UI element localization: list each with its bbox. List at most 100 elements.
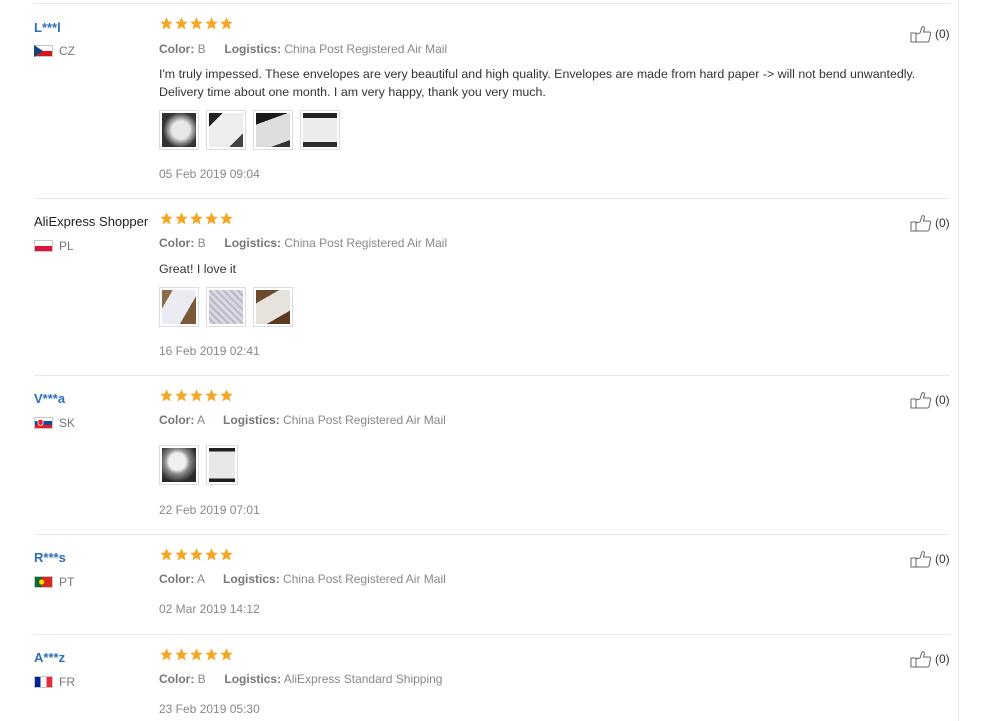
helpful-button[interactable]: (0) [910, 391, 950, 409]
review-text: I'm truly impessed. These envelopes are … [159, 67, 916, 99]
review-photo-thumbnail[interactable] [300, 110, 340, 150]
thumbs-up-icon [910, 551, 932, 568]
country-code: PT [59, 575, 75, 589]
star-icon [205, 389, 218, 402]
rating-stars [159, 388, 234, 406]
review-photo-thumbnail[interactable] [253, 287, 293, 327]
flag-cz-icon [34, 45, 53, 57]
star-icon [160, 648, 173, 661]
rating-stars [159, 211, 234, 229]
reviewer-name[interactable]: R***s [34, 550, 66, 566]
logistics-value: China Post Registered Air Mail [284, 42, 448, 56]
review-item: A***z FR Color: B Logistics: AliExpress … [34, 635, 950, 721]
logistics-label: Logistics: [224, 672, 282, 686]
review-photo-thumbnail[interactable] [206, 445, 238, 485]
color-value: A [197, 413, 205, 427]
color-label: Color: [159, 672, 195, 686]
logistics-label: Logistics: [223, 413, 280, 427]
order-info: Color: A Logistics: China Post Registere… [159, 572, 446, 586]
flag-pl-icon [34, 240, 53, 252]
color-label: Color: [159, 236, 195, 250]
review-list: L***l CZ Color: B Logistics: China Post … [0, 0, 989, 721]
logistics-label: Logistics: [224, 42, 282, 56]
review-item: AliExpress Shopper PL Color: B Logistics… [34, 199, 950, 376]
helpful-count: (0) [935, 552, 950, 566]
reviewer-country: PL [34, 239, 74, 253]
reviewer-name[interactable]: A***z [34, 650, 65, 666]
star-icon [175, 389, 188, 402]
star-icon [175, 212, 188, 225]
star-icon [160, 389, 173, 402]
order-info: Color: B Logistics: China Post Registere… [159, 42, 447, 56]
country-code: CZ [59, 44, 75, 58]
star-icon [175, 548, 188, 561]
review-text: Great! I love it [159, 262, 237, 276]
review-photo-thumbnail[interactable] [206, 287, 246, 327]
rating-stars [159, 16, 234, 34]
color-value: B [197, 672, 206, 686]
review-photo-thumbnail[interactable] [253, 110, 293, 150]
star-icon [175, 17, 188, 30]
review-date: 16 Feb 2019 02:41 [159, 344, 260, 358]
review-photos [159, 287, 300, 327]
flag-fr-icon [34, 676, 53, 688]
helpful-count: (0) [935, 393, 950, 407]
color-label: Color: [159, 413, 195, 427]
star-icon [160, 548, 173, 561]
country-code: SK [59, 416, 76, 430]
helpful-button[interactable]: (0) [910, 214, 950, 232]
reviewer-country: PT [34, 575, 74, 589]
reviewer-name[interactable]: L***l [34, 20, 61, 36]
star-icon [220, 648, 233, 661]
star-icon [220, 548, 233, 561]
logistics-value: China Post Registered Air Mail [283, 572, 446, 586]
rating-stars [159, 647, 234, 665]
review-photo-thumbnail[interactable] [159, 287, 199, 327]
country-code: PL [59, 239, 74, 253]
star-icon [205, 17, 218, 30]
reviewer-name: AliExpress Shopper [34, 214, 149, 229]
reviewer-name[interactable]: V***a [34, 391, 65, 407]
review-photo-thumbnail[interactable] [159, 110, 199, 150]
reviewer-country: SK [34, 416, 75, 430]
review-photos [159, 110, 347, 150]
color-value: B [197, 42, 206, 56]
order-info: Color: B Logistics: AliExpress Standard … [159, 672, 442, 686]
color-value: B [197, 236, 206, 250]
review-photo-thumbnail[interactable] [206, 110, 246, 150]
helpful-count: (0) [935, 652, 950, 666]
star-icon [190, 548, 203, 561]
thumbs-up-icon [910, 651, 932, 668]
review-date: 23 Feb 2019 05:30 [159, 702, 260, 716]
thumbs-up-icon [910, 392, 932, 409]
color-label: Color: [159, 42, 195, 56]
logistics-label: Logistics: [223, 572, 280, 586]
review-item: L***l CZ Color: B Logistics: China Post … [34, 12, 950, 199]
star-icon [190, 212, 203, 225]
star-icon [175, 648, 188, 661]
right-border [958, 0, 959, 721]
country-code: FR [59, 675, 75, 689]
helpful-count: (0) [935, 216, 950, 230]
review-item: R***s PT Color: A Logistics: China Post … [34, 535, 950, 635]
helpful-button[interactable]: (0) [910, 550, 950, 568]
star-icon [160, 17, 173, 30]
color-value: A [197, 572, 205, 586]
top-divider [34, 3, 950, 4]
order-info: Color: A Logistics: China Post Registere… [159, 413, 446, 427]
helpful-button[interactable]: (0) [910, 25, 950, 43]
review-date: 02 Mar 2019 14:12 [159, 602, 260, 616]
reviewer-country: FR [34, 675, 75, 689]
star-icon [205, 212, 218, 225]
thumbs-up-icon [910, 26, 932, 43]
logistics-value: AliExpress Standard Shipping [283, 672, 443, 686]
flag-sk-icon [34, 417, 53, 429]
review-photo-thumbnail[interactable] [159, 445, 199, 485]
order-info: Color: B Logistics: China Post Registere… [159, 236, 447, 250]
helpful-button[interactable]: (0) [910, 650, 950, 668]
star-icon [190, 648, 203, 661]
logistics-label: Logistics: [224, 236, 282, 250]
star-icon [190, 17, 203, 30]
helpful-count: (0) [935, 27, 950, 41]
review-date: 05 Feb 2019 09:04 [159, 167, 260, 181]
